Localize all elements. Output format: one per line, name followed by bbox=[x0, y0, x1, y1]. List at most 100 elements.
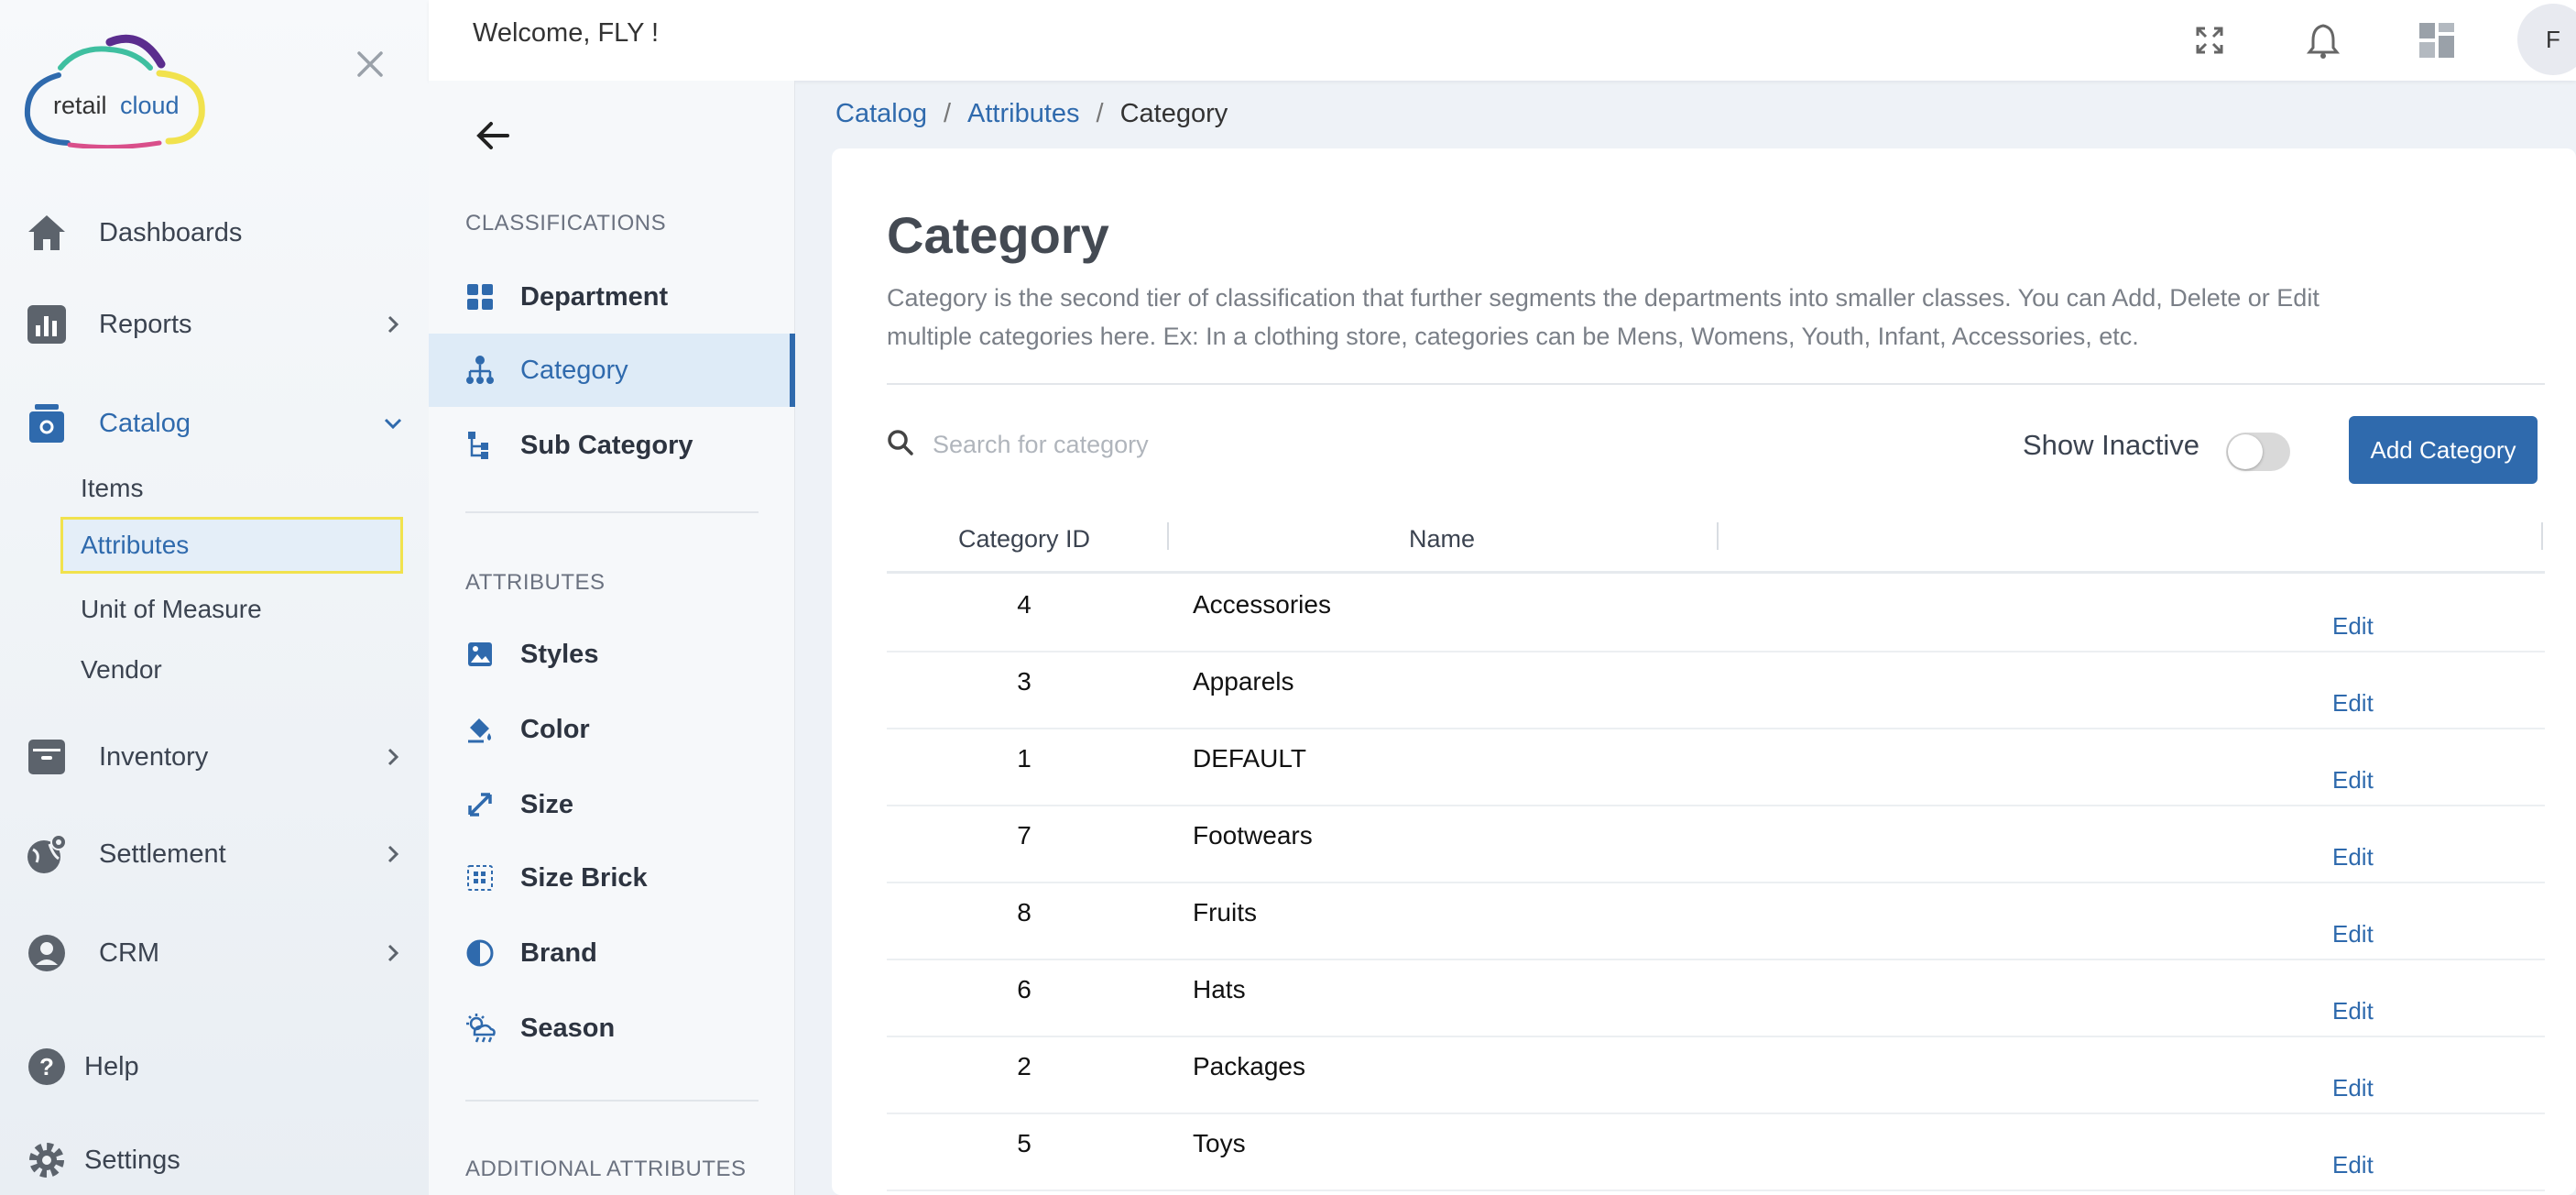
breadcrumb-separator: / bbox=[943, 99, 952, 128]
page-description: Category is the second tier of classific… bbox=[887, 284, 2319, 350]
side-item-category[interactable]: Category bbox=[429, 334, 795, 407]
nav-subitem-vendor[interactable]: Vendor bbox=[60, 641, 403, 698]
nav-label: CRM bbox=[99, 937, 160, 968]
table-row: 2 Packages Edit bbox=[887, 1037, 2545, 1114]
nav-item-dashboards[interactable]: Dashboards bbox=[0, 196, 429, 269]
gear-icon bbox=[26, 1139, 68, 1181]
side-item-sub-category[interactable]: Sub Category bbox=[429, 409, 795, 482]
nav-item-help[interactable]: ? Help bbox=[0, 1030, 429, 1103]
breadcrumb-catalog[interactable]: Catalog bbox=[835, 99, 927, 129]
retailcloud-logo[interactable]: retail cloud bbox=[22, 20, 211, 150]
close-nav-icon[interactable] bbox=[352, 46, 388, 82]
nav-label: Settlement bbox=[99, 839, 226, 869]
nav-item-settings[interactable]: Settings bbox=[0, 1124, 429, 1195]
cell-category-id: 1 bbox=[1017, 744, 1031, 773]
search-box bbox=[887, 414, 1455, 475]
edit-link[interactable]: Edit bbox=[2332, 1074, 2374, 1102]
section-title-attributes: ATTRIBUTES bbox=[465, 570, 606, 595]
section-title-classifications: CLASSIFICATIONS bbox=[465, 211, 667, 236]
nav-item-inventory[interactable]: Inventory bbox=[0, 720, 429, 794]
table-body: 4 Accessories Edit 3 Apparels Edit 1 DEF… bbox=[887, 576, 2545, 1195]
attributes-sidebar: CLASSIFICATIONS Department Category Sub … bbox=[429, 81, 795, 1195]
column-resize-handle[interactable] bbox=[1167, 522, 1169, 550]
nav-subitem-unit-of-measure[interactable]: Unit of Measure bbox=[60, 581, 403, 638]
catalog-icon bbox=[26, 402, 68, 444]
side-item-season[interactable]: Season bbox=[429, 992, 795, 1065]
table-row: 3 Apparels Edit bbox=[887, 652, 2545, 729]
search-input[interactable] bbox=[933, 430, 1446, 459]
side-item-label: Sub Category bbox=[520, 430, 693, 460]
side-item-label: Department bbox=[520, 281, 669, 312]
side-item-label: Category bbox=[520, 355, 628, 385]
show-inactive-label: Show Inactive bbox=[2023, 429, 2199, 461]
side-item-color[interactable]: Color bbox=[429, 693, 795, 766]
column-resize-handle[interactable] bbox=[2541, 522, 2543, 550]
table-row: 4 Accessories Edit bbox=[887, 576, 2545, 652]
side-item-label: Styles bbox=[520, 639, 599, 669]
chevron-right-icon bbox=[379, 311, 407, 338]
bell-icon[interactable] bbox=[2298, 15, 2349, 66]
user-avatar[interactable]: F bbox=[2517, 4, 2576, 75]
column-header-name[interactable]: Name bbox=[1171, 504, 1713, 574]
page-title: Category bbox=[887, 206, 1109, 264]
side-item-label: Size bbox=[520, 789, 574, 819]
table-header: Category ID Name bbox=[887, 504, 2545, 574]
chevron-right-icon bbox=[379, 743, 407, 771]
breadcrumb-attributes[interactable]: Attributes bbox=[967, 99, 1080, 129]
cell-category-id: 2 bbox=[1017, 1052, 1031, 1080]
nav-label: Catalog bbox=[99, 408, 191, 438]
add-category-button[interactable]: Add Category bbox=[2349, 416, 2538, 484]
cell-name: Accessories bbox=[1193, 590, 1331, 619]
apps-grid-icon[interactable] bbox=[2411, 15, 2462, 66]
home-icon bbox=[26, 212, 68, 254]
nav-label: Help bbox=[84, 1051, 139, 1081]
svg-text:?: ? bbox=[39, 1053, 54, 1080]
main-navigation: retail cloud Dashboards Reports Catalog … bbox=[0, 0, 429, 1195]
side-item-brand[interactable]: Brand bbox=[429, 916, 795, 990]
cell-name: DEFAULT bbox=[1193, 744, 1306, 773]
column-header-category-id[interactable]: Category ID bbox=[887, 504, 1162, 574]
edit-link[interactable]: Edit bbox=[2332, 766, 2374, 795]
divider bbox=[887, 383, 2545, 385]
chevron-right-icon bbox=[379, 939, 407, 967]
side-item-size-brick[interactable]: Size Brick bbox=[429, 841, 795, 915]
nav-item-settlement[interactable]: Settlement bbox=[0, 817, 429, 891]
table-row: 1 DEFAULT Edit bbox=[887, 729, 2545, 806]
side-item-department[interactable]: Department bbox=[429, 260, 795, 334]
edit-link[interactable]: Edit bbox=[2332, 1151, 2374, 1179]
weather-icon bbox=[462, 1010, 498, 1047]
section-title-additional-attributes: ADDITIONAL ATTRIBUTES bbox=[465, 1157, 747, 1181]
side-item-label: Season bbox=[520, 1013, 616, 1043]
nav-item-reports[interactable]: Reports bbox=[0, 288, 429, 361]
edit-link[interactable]: Edit bbox=[2332, 689, 2374, 718]
logo-text: retail bbox=[53, 92, 107, 119]
side-item-size[interactable]: Size bbox=[429, 768, 795, 841]
welcome-text: Welcome, FLY ! bbox=[473, 18, 660, 48]
bar-chart-icon bbox=[26, 303, 68, 345]
table-row: 7 Footwears Edit bbox=[887, 806, 2545, 883]
table-row: 8 Fruits Edit bbox=[887, 883, 2545, 960]
top-bar: Welcome, FLY ! F bbox=[429, 0, 2576, 81]
cell-name: Packages bbox=[1193, 1052, 1305, 1080]
help-icon: ? bbox=[26, 1046, 68, 1088]
edit-link[interactable]: Edit bbox=[2332, 612, 2374, 641]
cell-name: Toys bbox=[1193, 1129, 1246, 1157]
column-resize-handle[interactable] bbox=[1717, 522, 1719, 550]
back-arrow-icon[interactable] bbox=[471, 114, 515, 158]
edit-link[interactable]: Edit bbox=[2332, 997, 2374, 1025]
cell-category-id: 7 bbox=[1017, 821, 1031, 850]
nav-item-crm[interactable]: CRM bbox=[0, 916, 429, 990]
show-inactive-toggle[interactable] bbox=[2226, 433, 2290, 471]
subtree-icon bbox=[462, 427, 498, 464]
breadcrumb-separator: / bbox=[1096, 99, 1104, 128]
section-divider bbox=[465, 511, 759, 513]
side-item-styles[interactable]: Styles bbox=[429, 618, 795, 691]
side-item-label: Size Brick bbox=[520, 862, 648, 893]
brick-grid-icon bbox=[462, 860, 498, 896]
edit-link[interactable]: Edit bbox=[2332, 920, 2374, 948]
nav-item-catalog[interactable]: Catalog bbox=[0, 387, 429, 460]
nav-subitem-items[interactable]: Items bbox=[60, 460, 403, 517]
edit-link[interactable]: Edit bbox=[2332, 843, 2374, 872]
nav-subitem-attributes[interactable]: Attributes bbox=[60, 517, 403, 574]
fullscreen-icon[interactable] bbox=[2184, 15, 2235, 66]
